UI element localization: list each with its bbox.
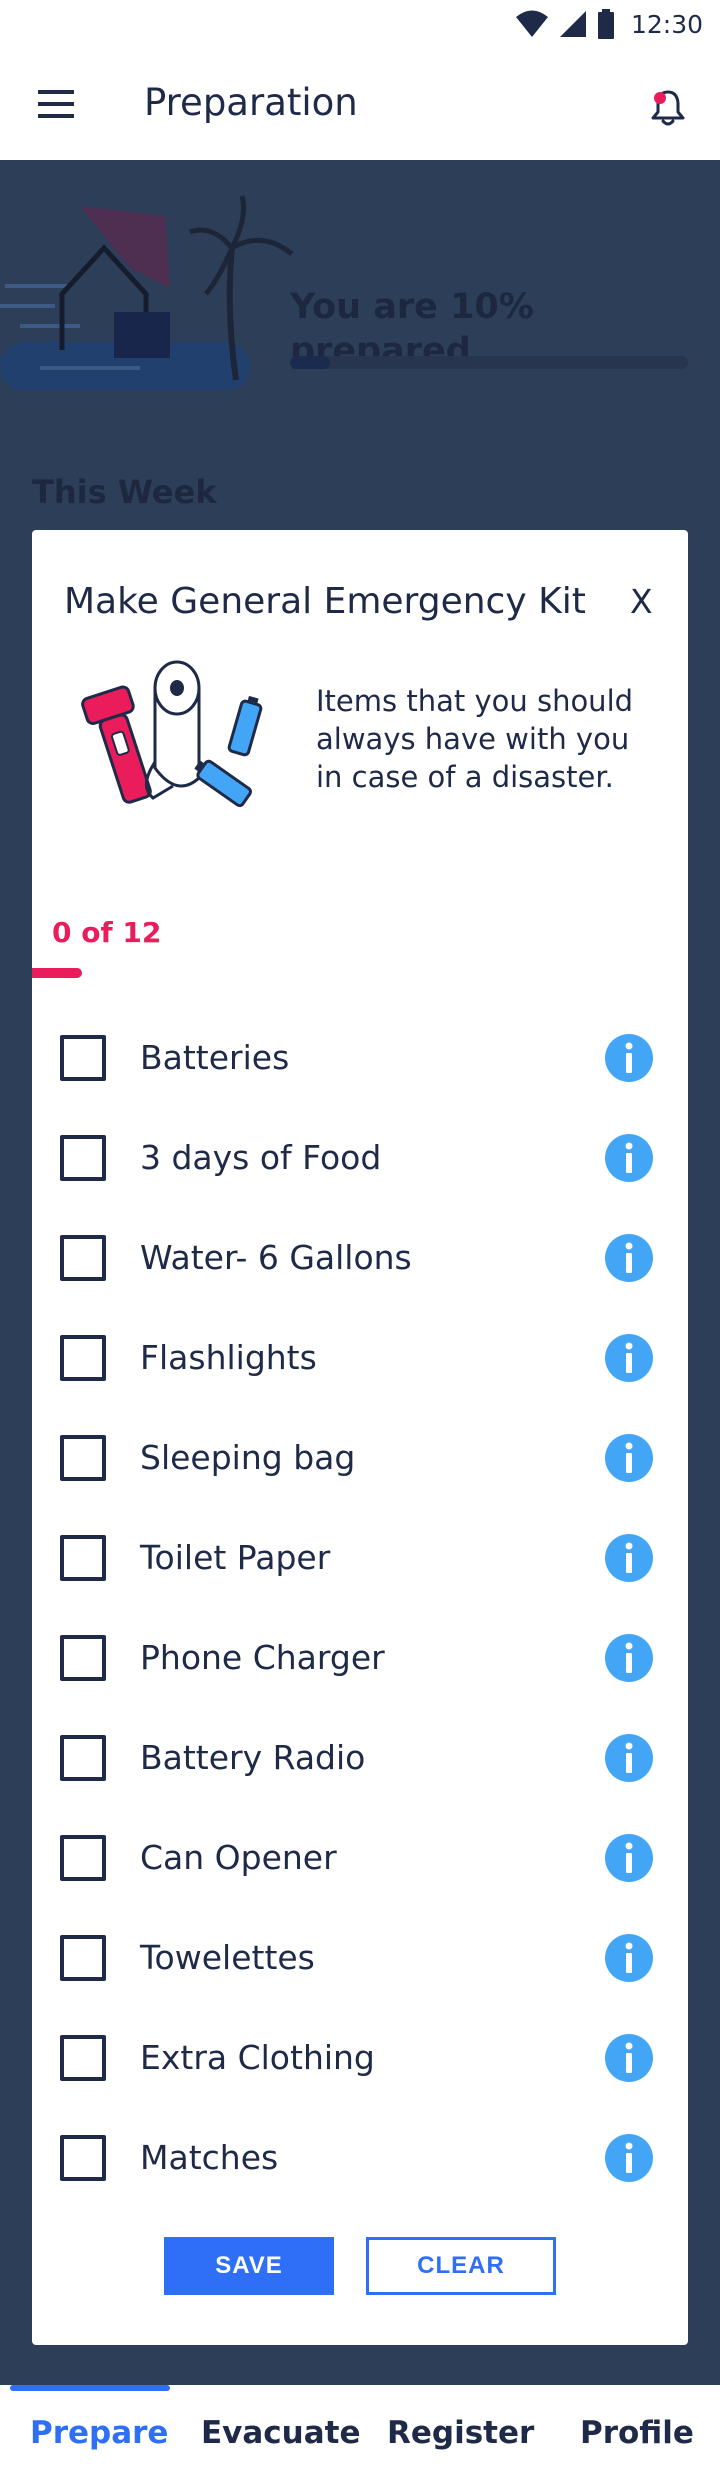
info-icon[interactable] [604,1833,654,1883]
dialog-description: Items that you should always have with y… [316,684,634,794]
hamburger-menu-icon[interactable] [38,89,74,119]
item-label: Can Opener [140,1838,337,1877]
tab-register[interactable]: Register [387,2413,534,2453]
checklist-item: Batteries [32,1008,688,1108]
cell-signal-icon [559,11,586,37]
checklist-item: Battery Radio [32,1708,688,1808]
checklist-item: Water- 6 Gallons [32,1208,688,1308]
info-icon[interactable] [604,2033,654,2083]
kit-checklist: Batteries 3 days of Food Water- 6 Gallon… [32,1008,688,2208]
active-tab-indicator [10,2385,170,2391]
emergency-kit-dialog: Make General Emergency Kit X Items that … [32,530,688,2345]
checklist-item: Toilet Paper [32,1508,688,1608]
page-title: Preparation [144,81,358,124]
tab-prepare[interactable]: Prepare [30,2413,168,2453]
item-checkbox[interactable] [60,2135,106,2181]
preparedness-progress-bar [290,356,688,369]
info-icon[interactable] [604,1033,654,1083]
wifi-icon [515,10,548,37]
close-button[interactable]: X [630,580,653,624]
checklist-item: Towelettes [32,1908,688,2008]
item-label: Towelettes [140,1938,315,1977]
checklist-item: Sleeping bag [32,1408,688,1508]
emergency-kit-illustration [81,660,263,808]
item-checkbox[interactable] [60,1935,106,1981]
item-checkbox[interactable] [60,1535,106,1581]
section-heading-this-week: This Week [32,473,217,511]
item-label: Sleeping bag [140,1438,356,1477]
clear-button[interactable]: CLEAR [366,2237,556,2295]
info-icon[interactable] [604,1733,654,1783]
checklist-item: Extra Clothing [32,2008,688,2108]
item-label: Matches [140,2138,279,2177]
status-icons: 12:30 [515,8,703,40]
info-icon[interactable] [604,1533,654,1583]
item-label: Water- 6 Gallons [140,1238,412,1277]
tab-profile[interactable]: Profile [580,2413,694,2453]
item-checkbox[interactable] [60,2035,106,2081]
info-icon[interactable] [604,1433,654,1483]
status-time: 12:30 [630,9,703,39]
checked-count: 0 of 12 [52,916,162,949]
checklist-item: Matches [32,2108,688,2208]
save-button[interactable]: SAVE [164,2237,334,2295]
item-checkbox[interactable] [60,1135,106,1181]
info-icon[interactable] [604,1333,654,1383]
item-checkbox[interactable] [60,1035,106,1081]
battery-icon [597,9,614,39]
item-label: Toilet Paper [140,1538,331,1577]
item-checkbox[interactable] [60,1735,106,1781]
item-label: Phone Charger [140,1638,385,1677]
item-checkbox[interactable] [60,1435,106,1481]
app-bar: Preparation [0,48,720,160]
info-icon[interactable] [604,1133,654,1183]
checklist-item: Can Opener [32,1808,688,1908]
info-icon[interactable] [604,1233,654,1283]
item-label: Flashlights [140,1338,317,1377]
tab-evacuate[interactable]: Evacuate [201,2413,361,2453]
item-label: Extra Clothing [140,2038,375,2077]
preparedness-progress-fill [290,356,330,369]
info-icon[interactable] [604,1633,654,1683]
bottom-navigation: Prepare Evacuate Register Profile [0,2385,720,2482]
item-label: Battery Radio [140,1738,366,1777]
checklist-item: Phone Charger [32,1608,688,1708]
item-checkbox[interactable] [60,1335,106,1381]
info-icon[interactable] [604,2133,654,2183]
item-checkbox[interactable] [60,1235,106,1281]
item-checkbox[interactable] [60,1635,106,1681]
checklist-item: Flashlights [32,1308,688,1408]
item-label: 3 days of Food [140,1138,382,1177]
dialog-title: Make General Emergency Kit [64,581,586,622]
info-icon[interactable] [604,1933,654,1983]
flooded-house-illustration [0,195,294,390]
checked-progress-indicator [32,968,82,978]
item-label: Batteries [140,1038,290,1077]
status-bar: 12:30 [0,0,720,48]
notification-bell-icon[interactable] [648,88,688,128]
item-checkbox[interactable] [60,1835,106,1881]
checklist-item: 3 days of Food [32,1108,688,1208]
